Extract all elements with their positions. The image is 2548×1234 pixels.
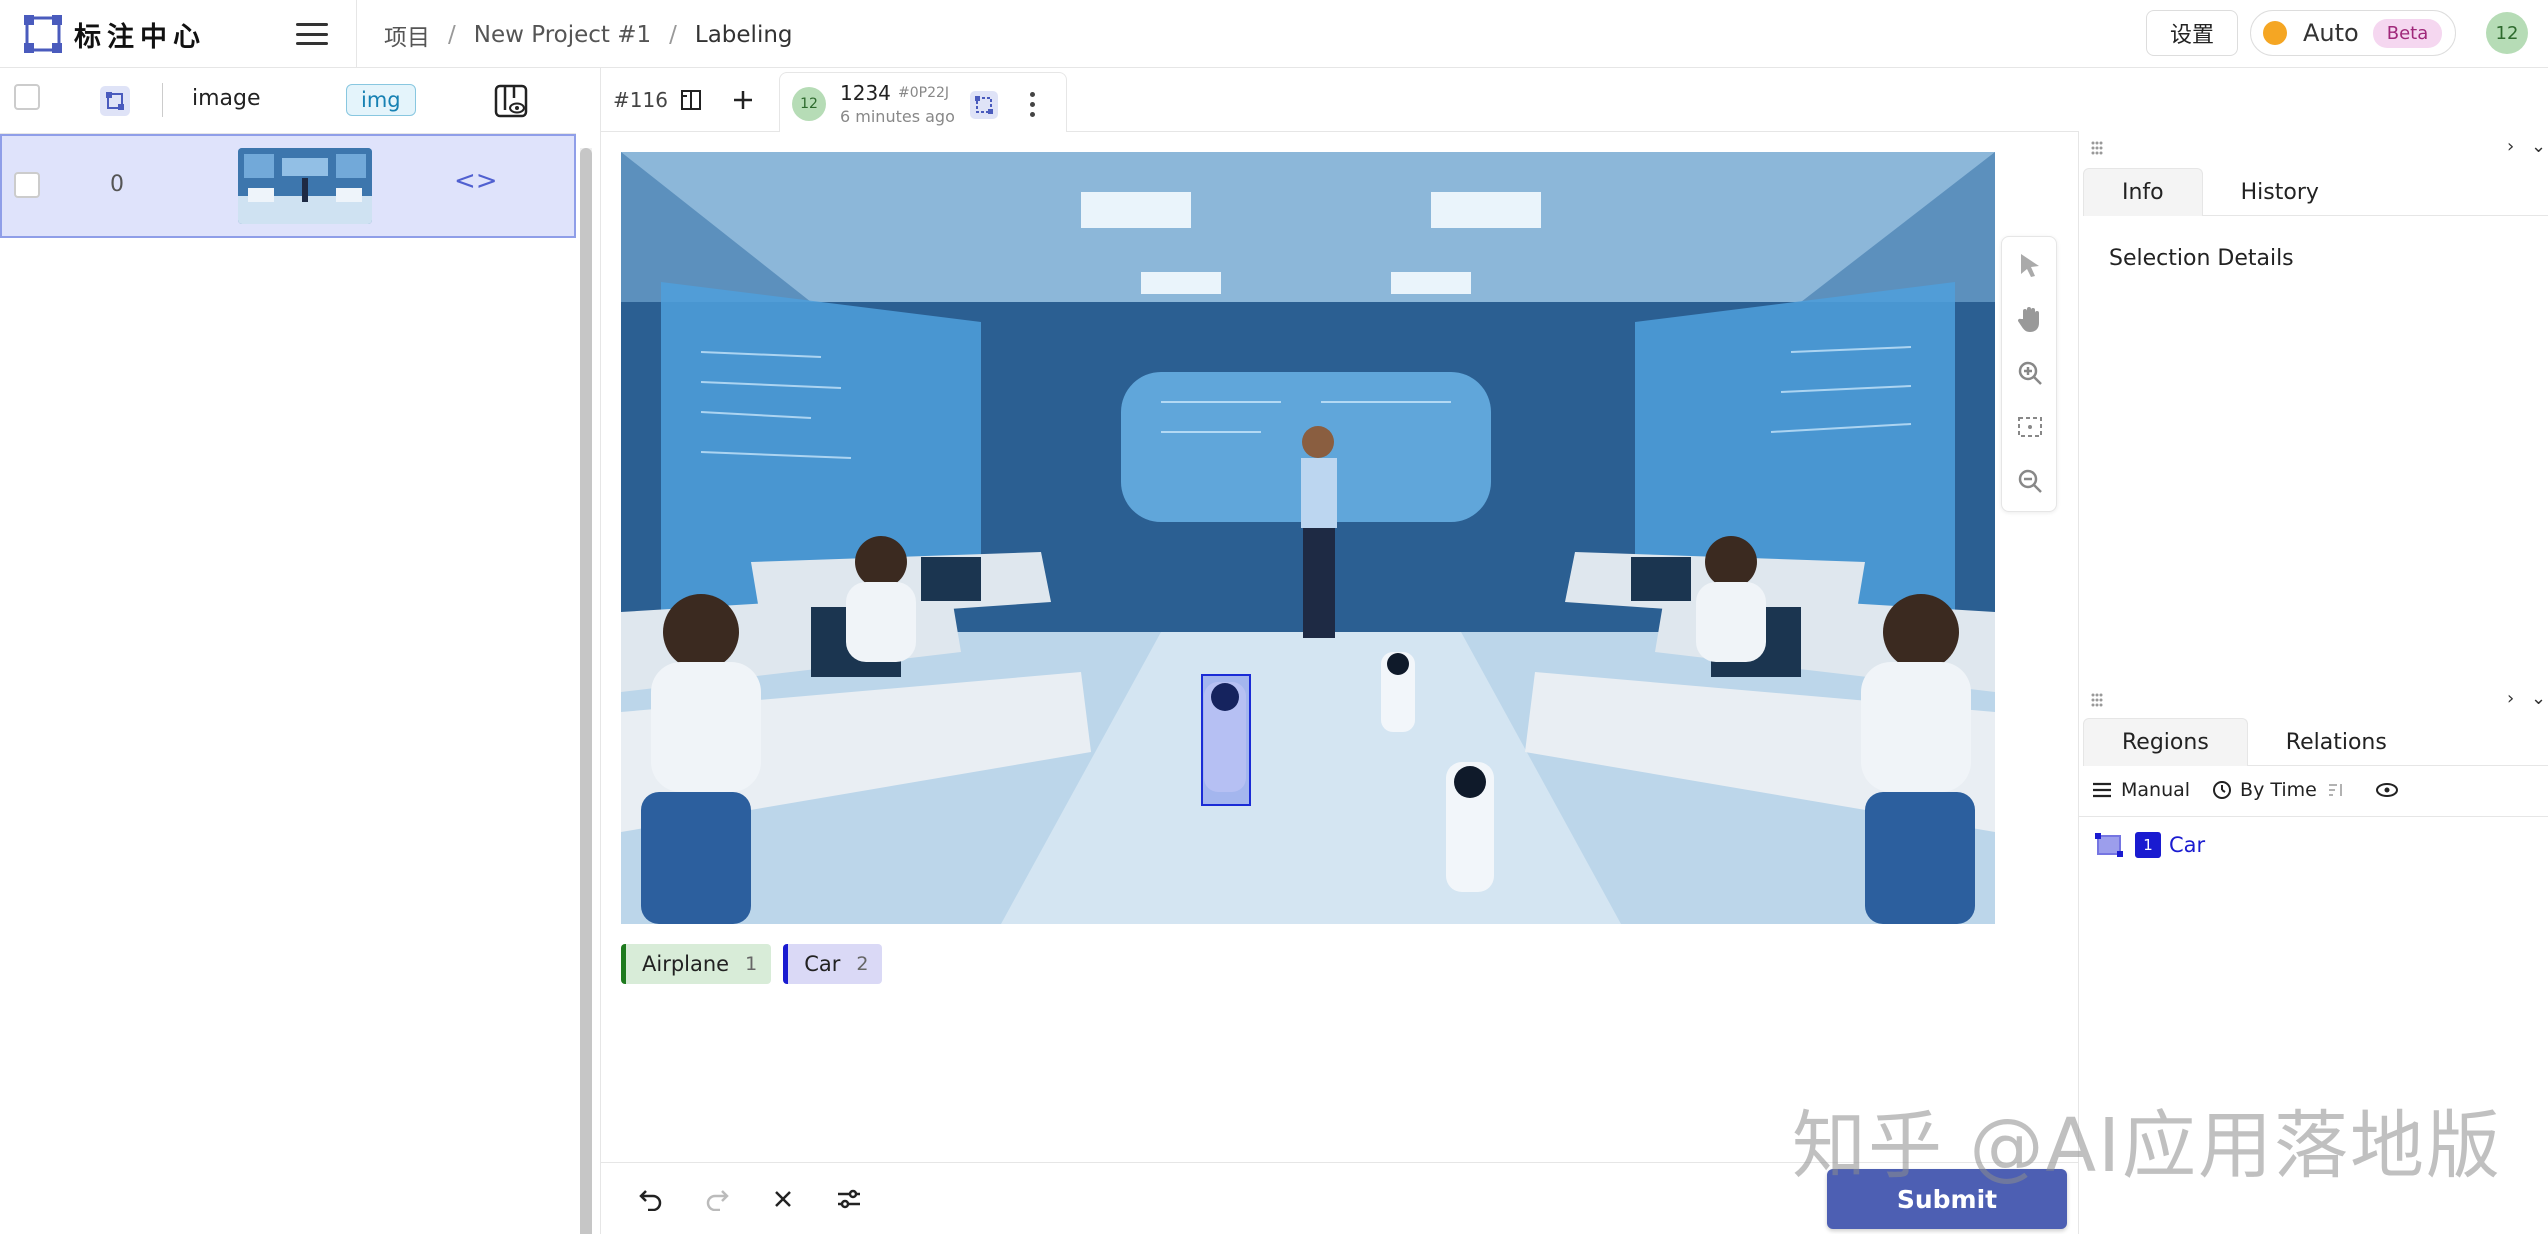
task-row-checkbox[interactable] [14, 172, 40, 198]
region-toolbar: Manual By Time [2091, 770, 2429, 810]
label-hotkey: 2 [856, 953, 869, 975]
selection-details-title: Selection Details [2109, 246, 2294, 271]
divider [2079, 816, 2548, 817]
task-row[interactable]: 0 <> [0, 134, 576, 238]
annotation-type-icon[interactable] [970, 91, 998, 119]
settings-button[interactable]: 设置 [2146, 10, 2238, 56]
zoom-to-fit-icon[interactable] [2014, 411, 2046, 443]
rectangle-region-icon [2095, 833, 2123, 857]
tab-history[interactable]: History [2203, 168, 2357, 216]
label-hotkey: 1 [745, 953, 758, 975]
app-title: 标注中心 [74, 21, 206, 53]
list-icon [2093, 782, 2111, 798]
collapse-icon[interactable]: › [2507, 688, 2514, 709]
settings-sliders-icon[interactable] [833, 1183, 865, 1215]
region-item[interactable]: 1 Car [2095, 832, 2205, 858]
divider [356, 0, 357, 68]
column-image[interactable]: image [192, 86, 261, 111]
breadcrumb: 项目 / New Project #1 / Labeling [384, 18, 793, 52]
select-all-checkbox[interactable] [14, 84, 40, 110]
task-bar: #116 12 1234 #0P22J 6 minutes ago [601, 68, 2079, 132]
info-tabs: Info History [2083, 168, 2548, 216]
task-row-id: 0 [110, 172, 124, 197]
auto-status-dot [2263, 21, 2287, 45]
breadcrumb-separator: / [669, 22, 677, 48]
scrollbar-thumb[interactable] [580, 148, 592, 1234]
add-annotation-icon[interactable] [727, 84, 759, 116]
group-manual[interactable]: Manual [2091, 779, 2190, 801]
visibility-toggle[interactable] [2375, 781, 2407, 799]
labeling-area: #116 12 1234 #0P22J 6 minutes ago Airpla… [600, 68, 2079, 1234]
auto-toggle[interactable]: Auto Beta [2250, 10, 2456, 56]
annotation-time: 6 minutes ago [840, 107, 955, 126]
breadcrumb-separator: / [448, 22, 456, 48]
tab-info[interactable]: Info [2083, 168, 2203, 216]
reset-icon[interactable] [767, 1183, 799, 1215]
label-car[interactable]: Car 2 [783, 944, 883, 984]
sort-order-icon[interactable] [2327, 781, 2345, 799]
label-list: Airplane 1 Car 2 [621, 944, 894, 984]
eye-icon [2375, 783, 2398, 797]
label-name: Car [804, 952, 841, 976]
code-icon[interactable]: <> [454, 166, 498, 196]
tab-regions[interactable]: Regions [2083, 718, 2248, 766]
top-bar: 标注中心 项目 / New Project #1 / Labeling 设置 A… [0, 0, 2548, 68]
breadcrumb-project[interactable]: New Project #1 [474, 22, 651, 48]
more-options-icon[interactable] [1022, 89, 1042, 119]
minimize-icon[interactable]: ⌄ [2531, 136, 2546, 157]
pan-hand-icon[interactable] [2014, 303, 2046, 335]
label-name: Airplane [642, 952, 730, 976]
app-logo[interactable]: 标注中心 [24, 14, 206, 54]
beta-badge: Beta [2372, 18, 2443, 48]
classroom-image [621, 152, 1995, 924]
watermark: 知乎 @AI应用落地版 [1792, 1103, 2502, 1189]
region-label: Car [2169, 833, 2206, 857]
breadcrumb-current: Labeling [694, 22, 793, 48]
group-manual-label: Manual [2121, 779, 2191, 801]
split-view-icon[interactable] [675, 84, 707, 116]
redo-icon[interactable] [701, 1183, 733, 1215]
menu-icon[interactable] [292, 18, 332, 50]
sort-label: By Time [2240, 779, 2317, 801]
user-avatar[interactable]: 12 [2486, 12, 2528, 54]
region-bounding-box[interactable] [1201, 674, 1251, 806]
column-visibility-icon[interactable] [492, 82, 530, 120]
task-id: #116 [613, 88, 668, 112]
drag-handle-icon[interactable] [2089, 692, 2105, 708]
task-list-panel: image img 0 <> [0, 68, 592, 1234]
task-thumbnail [238, 148, 372, 224]
undo-icon[interactable] [635, 1183, 667, 1215]
label-airplane[interactable]: Airplane 1 [621, 944, 772, 984]
zoom-in-icon[interactable] [2014, 357, 2046, 389]
image-toolbar [2001, 236, 2057, 512]
drag-handle-icon[interactable] [2089, 140, 2105, 156]
minimize-icon[interactable]: ⌄ [2531, 688, 2546, 709]
annotation-type-icon[interactable] [100, 86, 130, 116]
annotation-tab[interactable]: 12 1234 #0P22J 6 minutes ago [779, 72, 1067, 132]
annotation-name: 1234 [840, 81, 891, 105]
cursor-icon[interactable] [2014, 249, 2046, 281]
tab-relations[interactable]: Relations [2248, 718, 2425, 766]
collapse-icon[interactable]: › [2507, 136, 2514, 157]
column-img-tag[interactable]: img [346, 84, 416, 116]
logo-icon [24, 15, 62, 53]
sort-by-time[interactable]: By Time [2212, 779, 2353, 801]
clock-icon [2213, 781, 2232, 799]
side-panel: › ⌄ Info History Selection Details › ⌄ R… [2078, 132, 2548, 1234]
scrollbar[interactable] [580, 148, 592, 1234]
task-list-header: image img [0, 68, 576, 134]
auto-label: Auto [2303, 19, 2359, 47]
annotator-avatar: 12 [792, 87, 826, 121]
zoom-out-icon[interactable] [2014, 465, 2046, 497]
divider [162, 83, 163, 117]
region-index: 1 [2135, 832, 2161, 858]
image-canvas[interactable] [621, 152, 1995, 924]
regions-tabs: Regions Relations [2083, 718, 2548, 766]
annotation-hash: #0P22J [898, 85, 950, 101]
breadcrumb-projects[interactable]: 项目 [384, 18, 430, 52]
